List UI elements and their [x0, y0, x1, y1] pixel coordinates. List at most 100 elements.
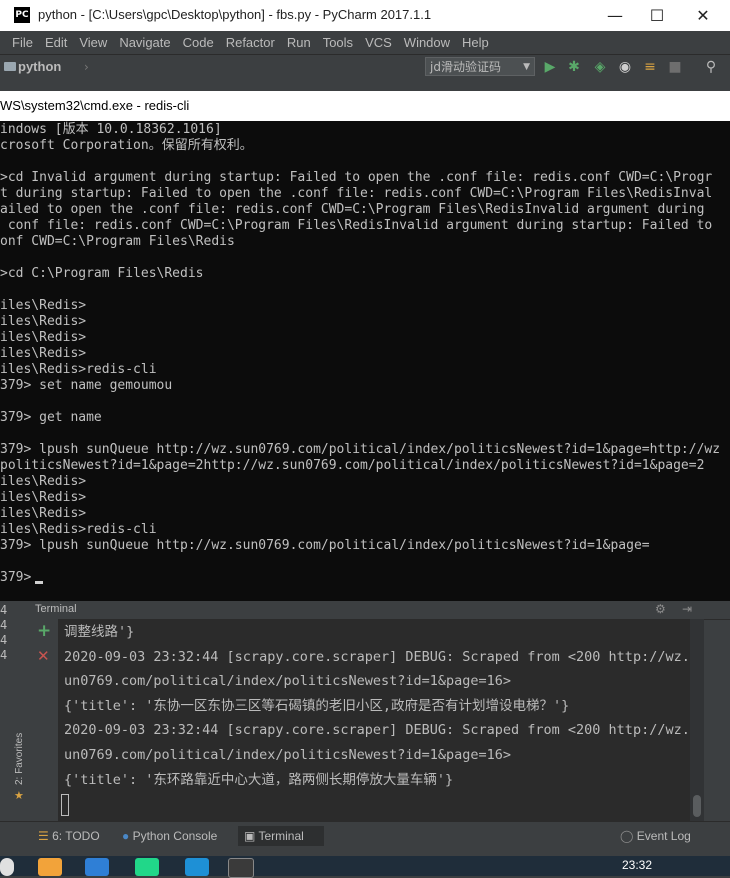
debug-icon[interactable]: ✱: [567, 60, 581, 74]
maximize-button[interactable]: ☐: [634, 0, 680, 31]
terminal-header-title: Terminal: [35, 603, 77, 615]
todo-tab-label: 6: TODO: [52, 829, 100, 843]
terminal-tab-label: Terminal: [258, 829, 304, 843]
menu-help[interactable]: Help: [450, 31, 489, 54]
profile-icon[interactable]: ◉: [618, 60, 632, 74]
window-title: python - [C:\Users\gpc\Desktop\python] -…: [38, 7, 432, 22]
event-log-tab[interactable]: ◯ Event Log: [620, 826, 691, 846]
menu-file[interactable]: File: [0, 31, 33, 54]
menu-edit[interactable]: Edit: [33, 31, 67, 54]
gutter-number: 4: [0, 633, 8, 647]
cmd-console[interactable]: indows [版本 10.0.18362.1016] crosoft Corpo…: [0, 121, 730, 601]
terminal-line: {'title': '东环路靠近中心大道，路两侧长期停放大量车辆'}: [64, 771, 454, 788]
project-folder-icon: [4, 62, 16, 71]
editor-tab-strip: [0, 79, 730, 91]
gear-icon[interactable]: ⚙: [655, 602, 666, 616]
project-breadcrumb[interactable]: python: [18, 59, 61, 74]
menu-window[interactable]: Window: [392, 31, 450, 54]
menu-view[interactable]: View: [67, 31, 107, 54]
cmd-line: iles\Redis>: [0, 314, 87, 329]
terminal-header: Terminal ⚙ ⇥: [10, 601, 730, 620]
chevron-down-icon: ▼: [523, 62, 530, 72]
menu-refactor[interactable]: Refactor: [214, 31, 275, 54]
firefox-icon[interactable]: [38, 858, 62, 876]
run-config-label: jd滑动验证码: [430, 60, 501, 74]
python-console-tab-label: Python Console: [132, 829, 218, 843]
status-bar: [0, 848, 730, 856]
hide-icon[interactable]: ⇥: [682, 602, 692, 616]
cmd-line: ailed to open the .conf file: redis.conf…: [0, 202, 713, 217]
cmd-line: 379> lpush sunQueue http://wz.sun0769.co…: [0, 538, 650, 553]
star-icon: ★: [14, 789, 24, 802]
cmd-line: iles\Redis>: [0, 346, 87, 361]
terminal-scrollbar[interactable]: [690, 619, 704, 821]
close-session-icon[interactable]: ✕: [37, 647, 50, 665]
menu-bar: File Edit View Navigate Code Refactor Run Tools…: [0, 31, 730, 54]
favorites-strip: ★: [10, 619, 28, 821]
cmd-line: iles\Redis>: [0, 474, 87, 489]
new-session-icon[interactable]: +: [37, 621, 51, 641]
menu-run[interactable]: Run: [275, 31, 311, 54]
cmd-window-title: WS\system32\cmd.exe - redis-cli: [0, 98, 190, 113]
pycharm-app-icon: PC: [14, 7, 30, 23]
terminal-line: 2020-09-03 23:32:44 [scrapy.core.scraper…: [64, 648, 690, 665]
concurrency-icon[interactable]: ≡: [643, 60, 657, 74]
main-toolbar: python › jd滑动验证码 ▼ ▶ ✱ ◈ ◉ ≡ ■ ⚲: [0, 54, 730, 80]
menu-navigate[interactable]: Navigate: [107, 31, 170, 54]
cmd-line: t during startup: Failed to open the .co…: [0, 186, 713, 201]
stop-icon[interactable]: ■: [668, 60, 682, 74]
minimize-button[interactable]: —: [592, 0, 638, 31]
todo-icon: ☰: [38, 829, 49, 843]
ie-icon[interactable]: [185, 858, 209, 876]
cmd-line: indows [版本 10.0.18362.1016]: [0, 122, 222, 137]
terminal-line: un0769.com/political/index/politicsNewes…: [64, 673, 512, 690]
cmd-line: iles\Redis>redis-cli: [0, 362, 157, 377]
terminal-tools: + ✕: [28, 619, 58, 821]
windows-start-icon[interactable]: [0, 858, 14, 876]
run-configuration-select[interactable]: jd滑动验证码 ▼: [425, 57, 535, 76]
run-icon[interactable]: ▶: [543, 60, 557, 74]
terminal-output[interactable]: 调整线路'} 2020-09-03 23:32:44 [scrapy.core.s…: [58, 619, 690, 821]
favorites-label[interactable]: 2: Favorites: [14, 733, 25, 785]
menu-code[interactable]: Code: [171, 31, 214, 54]
search-icon[interactable]: ⚲: [704, 60, 718, 74]
terminal-icon: ▣: [244, 829, 256, 843]
cmd-line: onf CWD=C:\Program Files\Redis: [0, 234, 235, 249]
event-log-tab-label: Event Log: [636, 829, 691, 843]
menu-vcs[interactable]: VCS: [353, 31, 392, 54]
scrollbar-thumb[interactable]: [693, 795, 701, 817]
cmd-line: >cd C:\Program Files\Redis: [0, 266, 204, 281]
browser-icon[interactable]: [85, 858, 109, 876]
cmd-taskbar-icon[interactable]: [228, 858, 254, 878]
python-console-tab[interactable]: ● Python Console: [122, 826, 217, 846]
cmd-line: iles\Redis>: [0, 298, 87, 313]
gutter-number: 4: [0, 618, 8, 632]
tool-window-bar: ☰ 6: TODO ● Python Console ▣ Terminal ◯ …: [0, 821, 730, 849]
cmd-line: crosoft Corporation。保留所有权利。: [0, 138, 253, 153]
coverage-icon[interactable]: ◈: [593, 60, 607, 74]
terminal-line: 2020-09-03 23:32:44 [scrapy.core.scraper…: [64, 722, 690, 739]
gutter-number: 4: [0, 648, 8, 662]
python-icon: ●: [122, 829, 130, 843]
terminal-tab[interactable]: ▣ Terminal: [238, 826, 324, 846]
left-gutter: 4444: [0, 601, 10, 821]
menu-tools[interactable]: Tools: [311, 31, 353, 54]
cmd-line: politicsNewest?id=1&page=2http://wz.sun0…: [0, 458, 705, 473]
cmd-line: conf file: redis.conf CWD=C:\Program Fil…: [0, 218, 713, 233]
cmd-line: 379>: [0, 570, 40, 585]
cmd-line: 379> get name: [0, 410, 102, 425]
cmd-line: iles\Redis>: [0, 506, 87, 521]
taskbar-clock[interactable]: 23:32: [622, 858, 652, 872]
cmd-line: 379> lpush sunQueue http://wz.sun0769.co…: [0, 442, 721, 457]
breadcrumb-chevron-icon: ›: [84, 60, 89, 74]
todo-tab[interactable]: ☰ 6: TODO: [38, 826, 100, 846]
cmd-line: iles\Redis>: [0, 490, 87, 505]
pycharm-taskbar-icon[interactable]: [135, 858, 159, 876]
terminal-line: {'title': '东协一区东协三区等石碣镇的老旧小区,政府是否有计划增设电梯…: [64, 697, 570, 714]
pycharm-title-bar: PC python - [C:\Users\gpc\Desktop\python…: [0, 0, 730, 31]
close-button[interactable]: ✕: [680, 0, 726, 31]
event-log-icon: ◯: [620, 829, 634, 843]
cmd-line: 379> set name gemoumou: [0, 378, 173, 393]
terminal-line: 调整线路'}: [64, 624, 135, 640]
cmd-title-bar: WS\system32\cmd.exe - redis-cli: [0, 91, 730, 121]
